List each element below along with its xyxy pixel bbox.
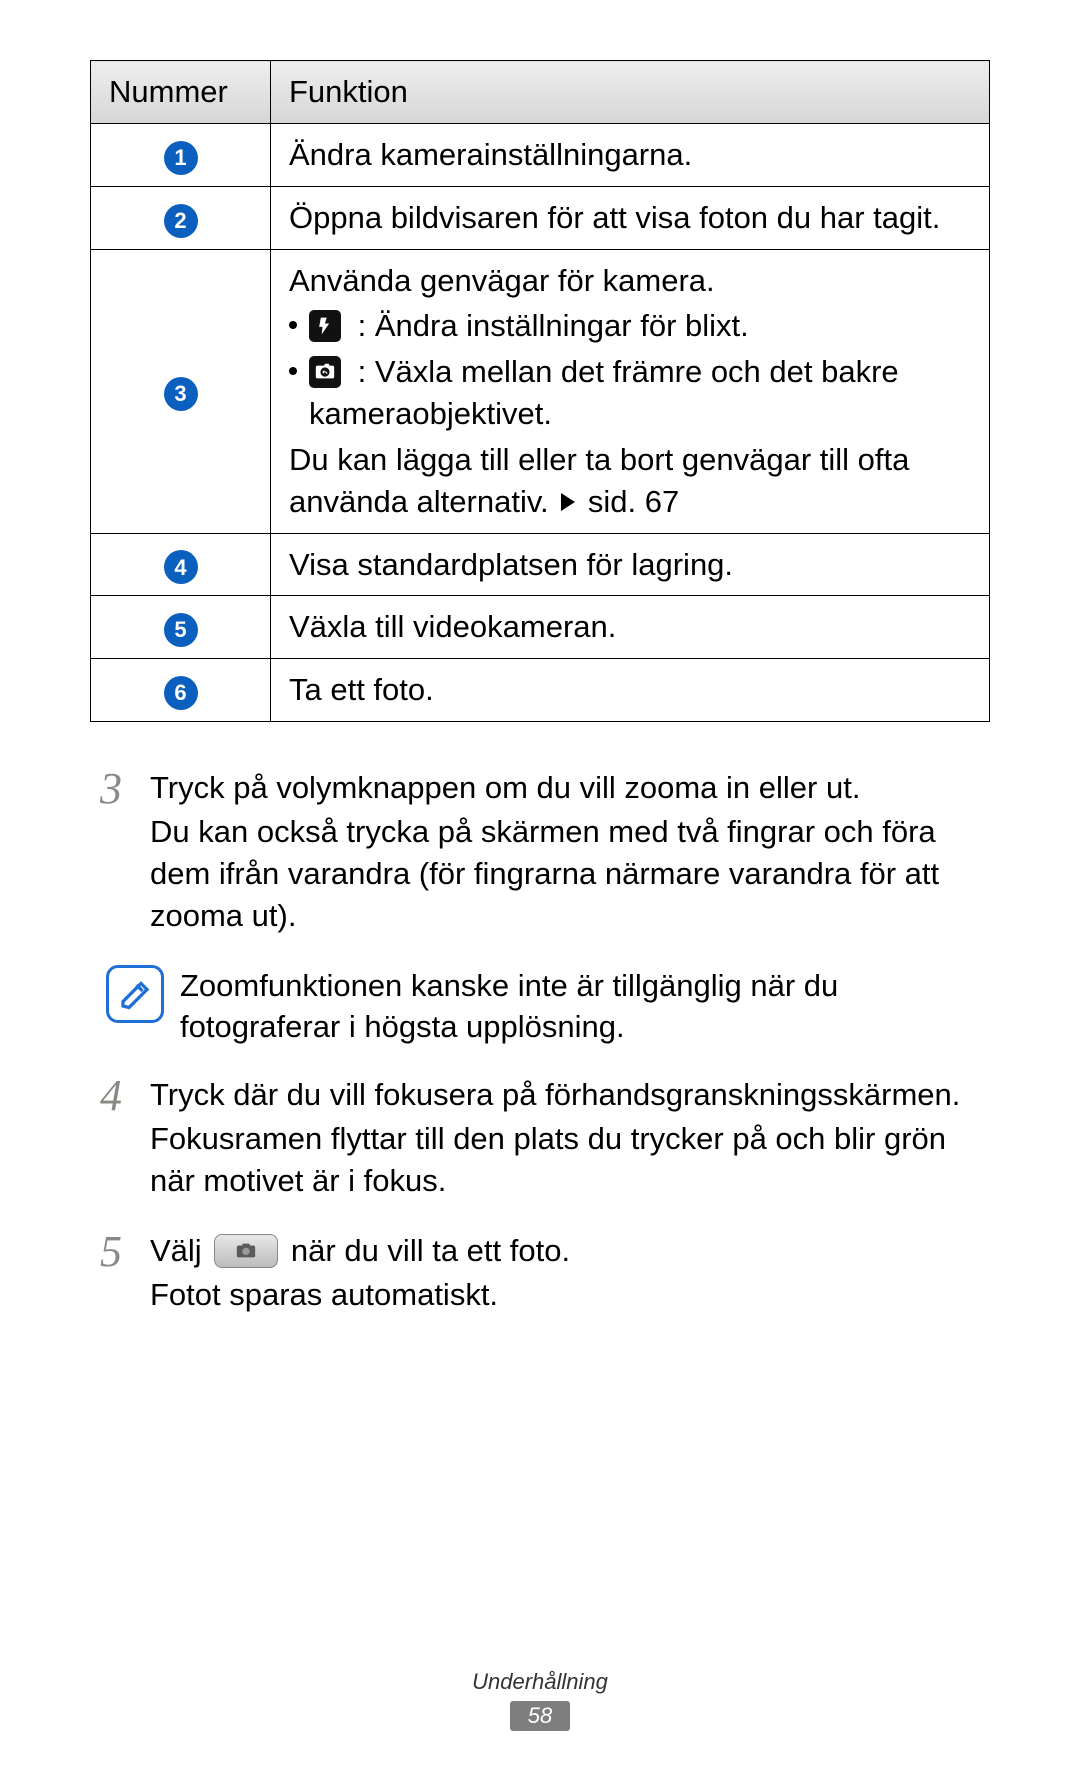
step5-p2: Fotot sparas automatiskt. xyxy=(150,1274,990,1316)
note-text: Zoomfunktionen kanske inte är tillgängli… xyxy=(180,965,990,1049)
badge-1: 1 xyxy=(164,141,198,175)
triangle-icon xyxy=(561,493,575,511)
bullet-icon xyxy=(289,367,297,375)
th-function: Funktion xyxy=(271,61,990,124)
camera-button-icon xyxy=(214,1234,278,1268)
step3-p2: Du kan också trycka på skärmen med två f… xyxy=(150,811,990,937)
page-footer: Underhållning 58 xyxy=(0,1669,1080,1731)
flash-icon xyxy=(309,310,341,342)
th-number: Nummer xyxy=(91,61,271,124)
badge-3: 3 xyxy=(164,377,198,411)
step3-p1: Tryck på volymknappen om du vill zooma i… xyxy=(150,767,990,809)
step-5: 5 Välj när du vill ta ett foto. Fotot sp… xyxy=(100,1230,990,1318)
footer-section: Underhållning xyxy=(0,1669,1080,1695)
badge-5: 5 xyxy=(164,613,198,647)
step4-p1: Tryck där du vill fokusera på förhandsgr… xyxy=(150,1074,990,1116)
cell-text: Ta ett foto. xyxy=(271,659,990,722)
row3-intro: Använda genvägar för kamera. xyxy=(289,260,971,302)
step4-p2: Fokusramen flyttar till den plats du try… xyxy=(150,1118,990,1202)
page-number: 58 xyxy=(510,1701,570,1731)
step-number: 3 xyxy=(100,767,150,938)
table-row: 2 Öppna bildvisaren för att visa foton d… xyxy=(91,186,990,249)
table-row: 4 Visa standardplatsen för lagring. xyxy=(91,533,990,596)
cell-text: Växla till videokameran. xyxy=(271,596,990,659)
page: Nummer Funktion 1 Ändra kamerainställnin… xyxy=(0,0,1080,1771)
row3-b1: : Ändra inställningar för blixt. xyxy=(349,308,749,343)
badge-4: 4 xyxy=(164,550,198,584)
row3-b2: : Växla mellan det främre och det bakre … xyxy=(309,354,899,431)
badge-6: 6 xyxy=(164,676,198,710)
step-3: 3 Tryck på volymknappen om du vill zooma… xyxy=(100,767,990,938)
switch-camera-icon xyxy=(309,356,341,388)
cell-text: Ändra kamerainställningarna. xyxy=(271,123,990,186)
cell-text: Öppna bildvisaren för att visa foton du … xyxy=(271,186,990,249)
cell-text: Visa standardplatsen för lagring. xyxy=(271,533,990,596)
bullet-icon xyxy=(289,321,297,329)
table-row: 6 Ta ett foto. xyxy=(91,659,990,722)
note-box: Zoomfunktionen kanske inte är tillgängli… xyxy=(106,965,990,1049)
note-icon xyxy=(106,965,164,1023)
table-row: 3 Använda genvägar för kamera. : Ändra i… xyxy=(91,249,990,533)
step5-p1a: Välj xyxy=(150,1233,210,1268)
function-table: Nummer Funktion 1 Ändra kamerainställnin… xyxy=(90,60,990,722)
step-4: 4 Tryck där du vill fokusera på förhands… xyxy=(100,1074,990,1204)
step5-p1b: när du vill ta ett foto. xyxy=(282,1233,570,1268)
cell-text: Använda genvägar för kamera. : Ändra ins… xyxy=(271,249,990,533)
row3-outro-b: sid. 67 xyxy=(579,484,679,519)
step-number: 4 xyxy=(100,1074,150,1204)
badge-2: 2 xyxy=(164,204,198,238)
steps-list: 3 Tryck på volymknappen om du vill zooma… xyxy=(90,767,990,1317)
table-row: 5 Växla till videokameran. xyxy=(91,596,990,659)
table-row: 1 Ändra kamerainställningarna. xyxy=(91,123,990,186)
step-number: 5 xyxy=(100,1230,150,1318)
